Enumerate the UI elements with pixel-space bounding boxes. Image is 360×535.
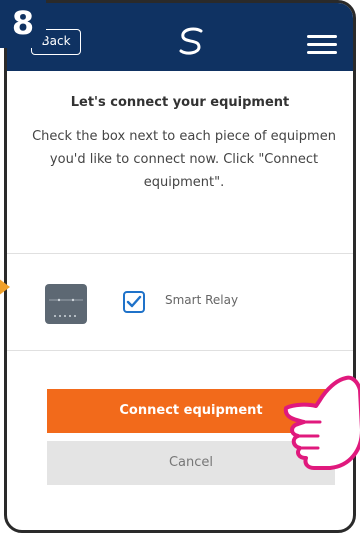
smart-relay-checkbox[interactable] <box>123 291 145 313</box>
pointing-hand-icon <box>283 375 360 470</box>
instructions-text: Check the box next to each piece of equi… <box>7 125 353 194</box>
checkmark-icon <box>126 295 142 308</box>
equipment-list: Smart Relay <box>7 253 353 351</box>
hamburger-menu-icon[interactable] <box>307 35 337 55</box>
smart-relay-device-icon <box>45 284 87 324</box>
app-logo-icon <box>179 27 203 55</box>
equipment-item-label: Smart Relay <box>165 293 239 307</box>
instructions-line: Check the box next to each piece of equi… <box>32 129 336 144</box>
step-number-badge: 8 <box>0 0 46 48</box>
app-header: Back <box>7 3 353 71</box>
instructions-line: equipment". <box>143 175 225 190</box>
instructions-line: you'd like to connect now. Click "Connec… <box>49 152 319 167</box>
page-title: Let's connect your equipment <box>70 95 290 110</box>
pointer-arrow-icon <box>0 279 10 295</box>
